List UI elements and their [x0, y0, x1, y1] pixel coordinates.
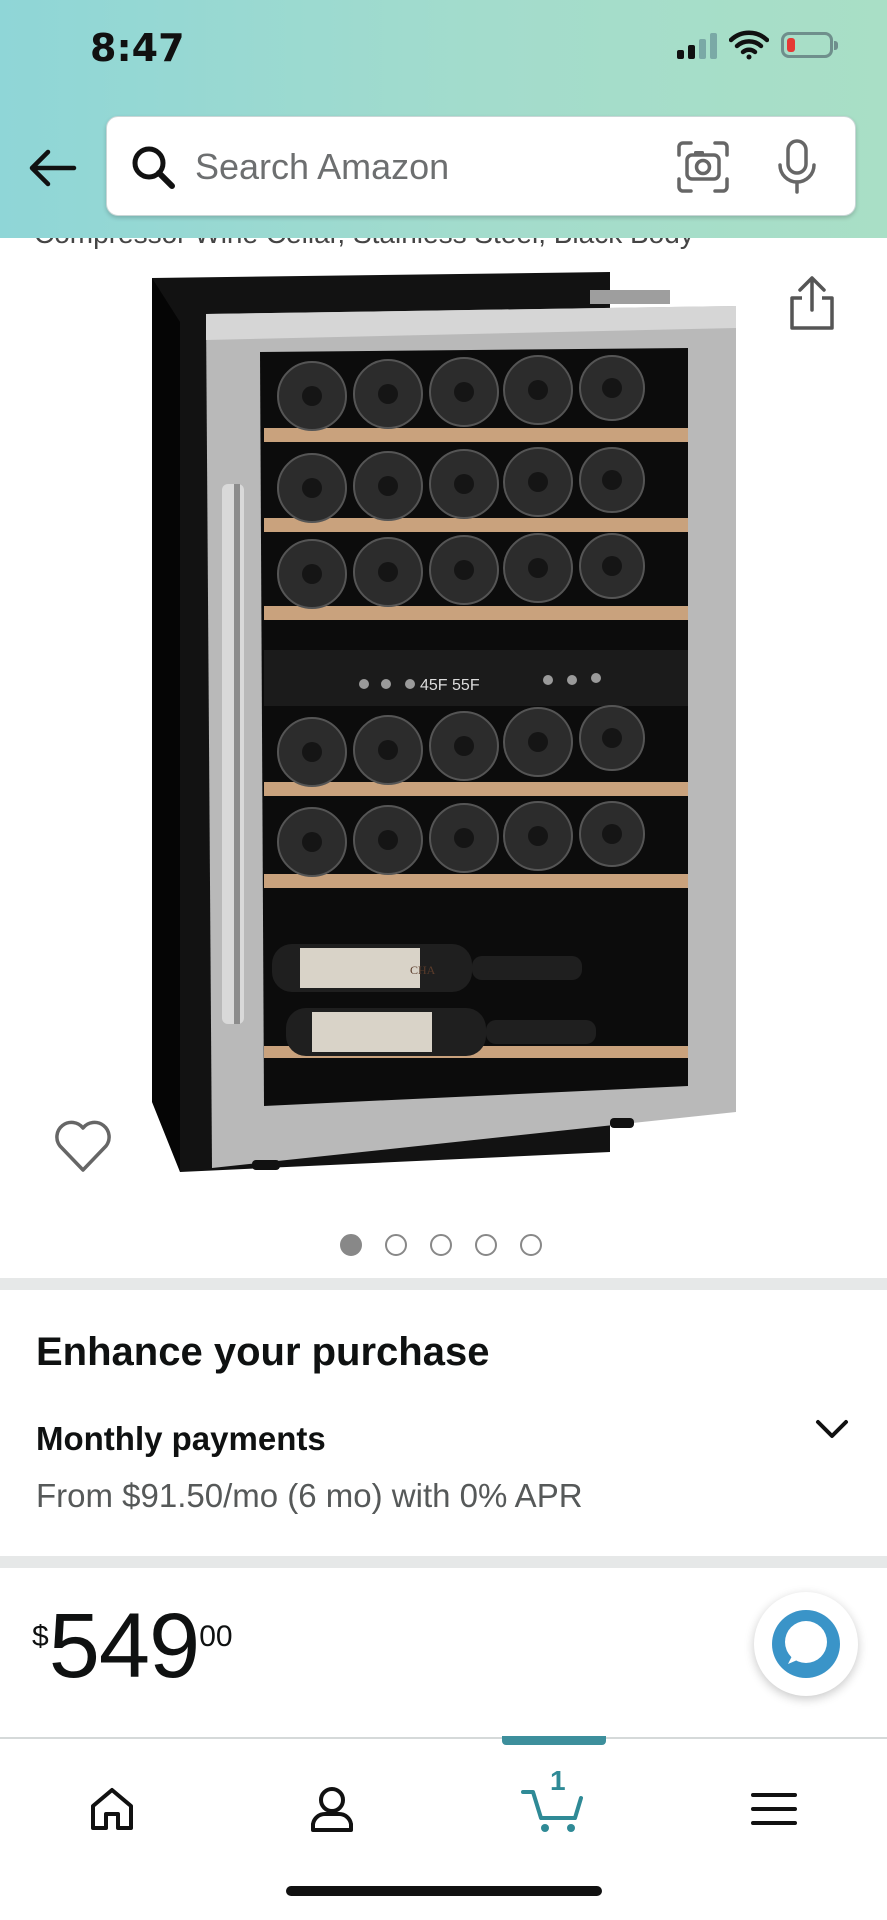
wifi-icon	[729, 30, 769, 60]
status-icons	[677, 30, 838, 60]
pagination-dot[interactable]	[475, 1234, 497, 1256]
pagination-dot[interactable]	[430, 1234, 452, 1256]
nav-home[interactable]	[72, 1769, 152, 1849]
menu-icon	[751, 1793, 797, 1825]
search-bar[interactable]	[106, 116, 856, 216]
section-divider	[0, 1556, 887, 1568]
control-panel-text: 45F 55F	[420, 677, 480, 694]
cellular-signal-icon	[677, 31, 717, 59]
alexa-button[interactable]	[754, 1592, 858, 1696]
active-tab-indicator	[502, 1736, 606, 1745]
home-indicator	[286, 1886, 602, 1896]
price-whole: 549	[48, 1595, 200, 1697]
share-icon[interactable]	[786, 272, 838, 334]
wishlist-heart-icon[interactable]	[52, 1118, 114, 1174]
monthly-payments-label[interactable]: Monthly payments	[36, 1420, 326, 1458]
section-divider	[0, 1278, 887, 1290]
app-header: 8:47	[0, 0, 887, 238]
alexa-icon	[772, 1610, 840, 1678]
monthly-payments-detail: From $91.50/mo (6 mo) with 0% APR	[36, 1477, 583, 1514]
account-icon	[311, 1787, 353, 1832]
product-price: $ 549 00	[32, 1600, 233, 1692]
search-icon	[132, 146, 175, 189]
battery-icon	[781, 32, 838, 58]
nav-menu[interactable]	[734, 1769, 814, 1849]
nav-account[interactable]	[292, 1769, 372, 1849]
section-title: Enhance your purchase	[36, 1330, 490, 1374]
pagination-dot[interactable]	[340, 1234, 362, 1256]
camera-scan-icon[interactable]	[675, 139, 731, 195]
microphone-icon[interactable]	[771, 137, 823, 197]
bottle-label-text: CHA	[410, 963, 436, 977]
price-currency-symbol: $	[32, 1620, 49, 1653]
pagination-dot[interactable]	[385, 1234, 407, 1256]
chevron-down-icon[interactable]	[812, 1414, 852, 1446]
back-button[interactable]	[22, 138, 82, 198]
back-arrow-icon	[29, 149, 77, 187]
status-time: 8:47	[90, 26, 185, 70]
price-fraction: 00	[199, 1620, 233, 1653]
search-input[interactable]	[195, 135, 675, 199]
product-image-wine-cooler[interactable]: 45F 55F CHA	[140, 262, 760, 1182]
image-pagination-dots	[340, 1234, 542, 1256]
cart-count-badge: 1	[550, 1765, 566, 1796]
pagination-dot[interactable]	[520, 1234, 542, 1256]
home-icon	[91, 1788, 133, 1830]
